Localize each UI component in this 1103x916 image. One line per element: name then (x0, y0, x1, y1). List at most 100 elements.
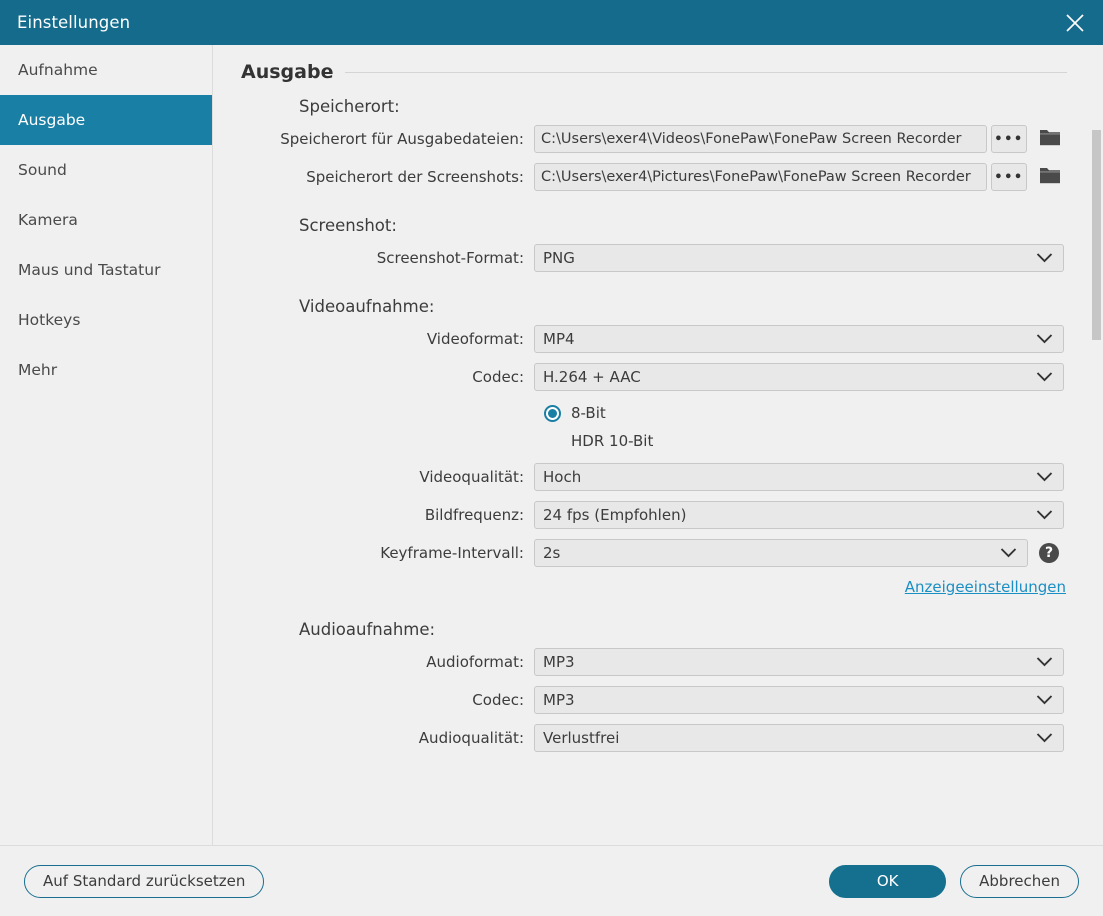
row-audio-quality: Audioqualität: Verlustfrei (241, 723, 1067, 753)
sidebar-item-label: Sound (18, 161, 67, 179)
label-keyframe-interval: Keyframe-Intervall: (241, 544, 534, 562)
video-quality-select[interactable]: Hoch (534, 463, 1064, 491)
audio-format-value: MP3 (543, 653, 575, 671)
sidebar-item-label: Hotkeys (18, 311, 80, 329)
sidebar-item-label: Maus und Tastatur (18, 261, 160, 279)
sidebar-item-label: Mehr (18, 361, 57, 379)
row-bitdepth-hdr: HDR 10-Bit (241, 428, 1067, 454)
row-bitdepth-8bit: 8-Bit (241, 400, 1067, 426)
settings-content-panel: Ausgabe Speicherort: Speicherort für Aus… (213, 45, 1103, 845)
row-framerate: Bildfrequenz: 24 fps (Empfohlen) (241, 500, 1067, 530)
output-path-open-folder-button[interactable] (1035, 125, 1065, 153)
sidebar-item-aufnahme[interactable]: Aufnahme (0, 45, 212, 95)
screenshot-path-browse-button[interactable]: ••• (991, 163, 1027, 191)
reset-defaults-button[interactable]: Auf Standard zurücksetzen (24, 865, 264, 898)
sidebar-item-maus-und-tastatur[interactable]: Maus und Tastatur (0, 245, 212, 295)
close-button[interactable] (1047, 0, 1103, 45)
sidebar-item-ausgabe[interactable]: Ausgabe (0, 95, 212, 145)
sidebar-item-mehr[interactable]: Mehr (0, 345, 212, 395)
video-codec-value: H.264 + AAC (543, 368, 641, 386)
group-title-screenshot: Screenshot: (299, 216, 1067, 235)
label-audio-format: Audioformat: (241, 653, 534, 671)
window-body: Aufnahme Ausgabe Sound Kamera Maus und T… (0, 45, 1103, 846)
radio-hdr-10bit[interactable] (544, 433, 561, 450)
folder-icon (1039, 128, 1061, 151)
row-video-quality: Videoqualität: Hoch (241, 462, 1067, 492)
audio-format-select[interactable]: MP3 (534, 648, 1064, 676)
label-screenshot-format: Screenshot-Format: (241, 249, 534, 267)
chevron-down-icon (1036, 691, 1053, 709)
row-output-path: Speicherort für Ausgabedateien: C:\Users… (241, 124, 1067, 154)
help-icon[interactable]: ? (1039, 543, 1059, 563)
row-keyframe-interval: Keyframe-Intervall: 2s ? (241, 538, 1067, 568)
close-icon (1064, 12, 1086, 34)
chevron-down-icon (1000, 544, 1017, 562)
output-path-input[interactable]: C:\Users\exer4\Videos\FonePaw\FonePaw Sc… (534, 125, 987, 153)
label-audio-codec: Codec: (241, 691, 534, 709)
settings-content: Ausgabe Speicherort: Speicherort für Aus… (213, 45, 1103, 753)
section-header: Ausgabe (241, 61, 1067, 83)
row-audio-format: Audioformat: MP3 (241, 647, 1067, 677)
label-video-codec: Codec: (241, 368, 534, 386)
label-output-path: Speicherort für Ausgabedateien: (241, 130, 534, 148)
sidebar-item-label: Ausgabe (18, 111, 85, 129)
scrollbar-thumb[interactable] (1092, 130, 1101, 340)
sidebar-item-label: Kamera (18, 211, 78, 229)
sidebar-item-sound[interactable]: Sound (0, 145, 212, 195)
page-title: Ausgabe (241, 61, 333, 83)
titlebar: Einstellungen (0, 0, 1103, 45)
sidebar-item-hotkeys[interactable]: Hotkeys (0, 295, 212, 345)
video-format-value: MP4 (543, 330, 575, 348)
row-video-codec: Codec: H.264 + AAC (241, 362, 1067, 392)
group-title-video: Videoaufnahme: (299, 297, 1067, 316)
sidebar-item-kamera[interactable]: Kamera (0, 195, 212, 245)
chevron-down-icon (1036, 468, 1053, 486)
screenshot-format-value: PNG (543, 249, 575, 267)
label-audio-quality: Audioqualität: (241, 729, 534, 747)
sidebar: Aufnahme Ausgabe Sound Kamera Maus und T… (0, 45, 213, 845)
display-settings-link[interactable]: Anzeigeeinstellungen (905, 578, 1066, 596)
output-path-browse-button[interactable]: ••• (991, 125, 1027, 153)
framerate-select[interactable]: 24 fps (Empfohlen) (534, 501, 1064, 529)
video-format-select[interactable]: MP4 (534, 325, 1064, 353)
row-screenshot-format: Screenshot-Format: PNG (241, 243, 1067, 273)
dialog-footer: Auf Standard zurücksetzen OK Abbrechen (0, 846, 1103, 916)
chevron-down-icon (1036, 368, 1053, 386)
footer-actions: OK Abbrechen (829, 865, 1079, 898)
chevron-down-icon (1036, 729, 1053, 747)
ok-button[interactable]: OK (829, 865, 946, 898)
window-title: Einstellungen (17, 13, 130, 32)
keyframe-interval-select[interactable]: 2s (534, 539, 1028, 567)
radio-8bit-label[interactable]: 8-Bit (571, 404, 606, 422)
screenshot-path-input[interactable]: C:\Users\exer4\Pictures\FonePaw\FonePaw … (534, 163, 987, 191)
settings-window: Einstellungen Aufnahme Ausgabe Sound (0, 0, 1103, 916)
audio-codec-select[interactable]: MP3 (534, 686, 1064, 714)
folder-icon (1039, 166, 1061, 189)
chevron-down-icon (1036, 330, 1053, 348)
row-display-settings-link: Anzeigeeinstellungen (241, 578, 1067, 596)
radio-8bit[interactable] (544, 405, 561, 422)
label-screenshot-path: Speicherort der Screenshots: (241, 168, 534, 186)
group-title-storage: Speicherort: (299, 97, 1067, 116)
screenshot-path-open-folder-button[interactable] (1035, 163, 1065, 191)
label-video-quality: Videoqualität: (241, 468, 534, 486)
chevron-down-icon (1036, 653, 1053, 671)
chevron-down-icon (1036, 506, 1053, 524)
section-divider (345, 72, 1067, 73)
cancel-button[interactable]: Abbrechen (960, 865, 1079, 898)
group-title-audio: Audioaufnahme: (299, 620, 1067, 639)
screenshot-format-select[interactable]: PNG (534, 244, 1064, 272)
framerate-value: 24 fps (Empfohlen) (543, 506, 686, 524)
chevron-down-icon (1036, 249, 1053, 267)
label-video-format: Videoformat: (241, 330, 534, 348)
row-screenshot-path: Speicherort der Screenshots: C:\Users\ex… (241, 162, 1067, 192)
sidebar-item-label: Aufnahme (18, 61, 98, 79)
audio-codec-value: MP3 (543, 691, 575, 709)
radio-hdr-10bit-label[interactable]: HDR 10-Bit (571, 432, 653, 450)
video-codec-select[interactable]: H.264 + AAC (534, 363, 1064, 391)
audio-quality-select[interactable]: Verlustfrei (534, 724, 1064, 752)
content-scrollbar[interactable] (1089, 45, 1103, 845)
row-audio-codec: Codec: MP3 (241, 685, 1067, 715)
row-video-format: Videoformat: MP4 (241, 324, 1067, 354)
video-quality-value: Hoch (543, 468, 581, 486)
